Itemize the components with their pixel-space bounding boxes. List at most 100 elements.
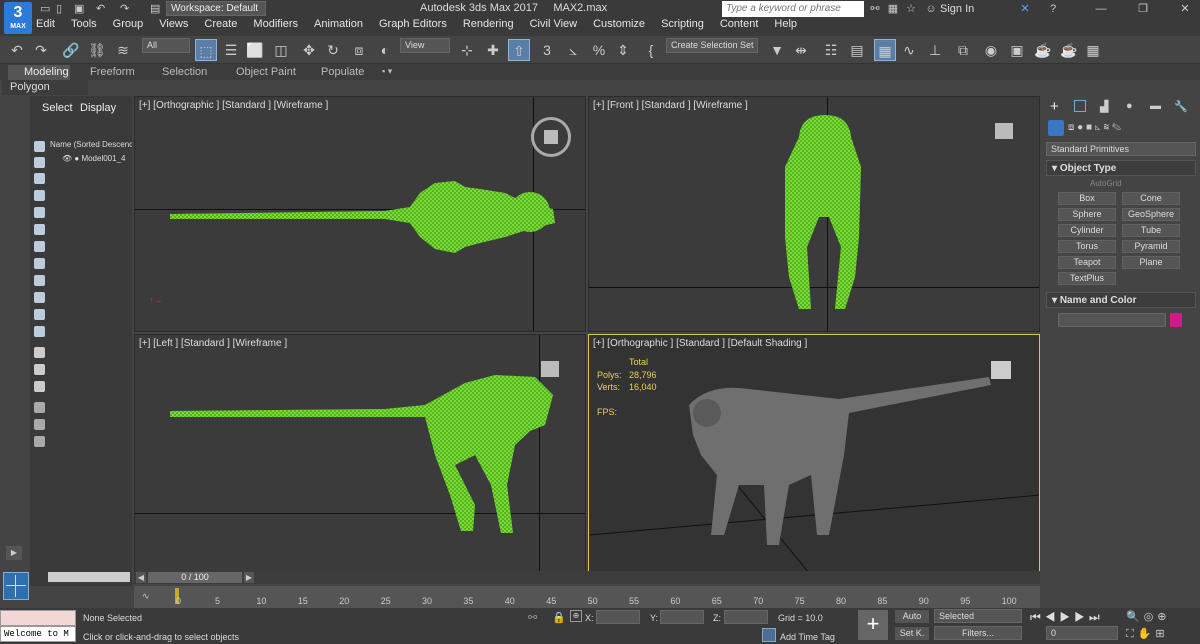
search-input[interactable]: Type a keyword or phrase (722, 1, 864, 17)
selection-set-icon[interactable]: ▼ (766, 39, 788, 61)
rectangle-selection-icon[interactable]: ⬜ (244, 39, 266, 61)
filter-display-all-icon[interactable] (34, 347, 45, 358)
prev-frame-icon[interactable]: ◀ (136, 572, 146, 583)
filter-xrefs-icon[interactable] (34, 258, 45, 269)
save-icon[interactable]: ▣ (74, 2, 84, 16)
named-selection-select[interactable]: Create Selection Set (666, 38, 758, 53)
sign-in-link[interactable]: Sign In (940, 3, 974, 15)
display-tab-icon[interactable]: ▬ (1150, 100, 1161, 112)
menu-scripting[interactable]: Scripting (661, 18, 704, 35)
filter-containers-icon[interactable] (34, 292, 45, 303)
star-icon[interactable]: ☆ (904, 2, 918, 16)
scene-explorer-icon[interactable]: ▦ (874, 39, 896, 61)
layer-icon[interactable] (34, 436, 45, 447)
torus-button[interactable]: Torus (1058, 240, 1116, 253)
absolute-mode-icon[interactable]: ⊕ (570, 610, 582, 622)
z-coordinate-input[interactable] (724, 610, 768, 624)
viewcube-icon[interactable] (531, 117, 571, 157)
hierarchy-tab-icon[interactable]: ▟ (1100, 100, 1108, 113)
object-color-swatch[interactable] (1170, 313, 1182, 327)
textplus-button[interactable]: TextPlus (1058, 272, 1116, 285)
toggle-ribbon-icon[interactable]: ▤ (846, 39, 868, 61)
binoculars-icon[interactable]: ⚯ (868, 2, 882, 16)
render-setup-icon[interactable]: ▣ (1006, 39, 1028, 61)
tab-freeform[interactable]: Freeform (90, 66, 135, 78)
redo-icon[interactable]: ↷ (120, 2, 129, 16)
menu-graph-editors[interactable]: Graph Editors (379, 18, 447, 35)
reference-coordinate-select[interactable]: View (400, 38, 450, 53)
filter-helpers-icon[interactable] (34, 207, 45, 218)
isolate-icon[interactable]: ⚯ (528, 611, 537, 624)
menu-animation[interactable]: Animation (314, 18, 363, 35)
select-object-icon[interactable]: ⬚ (195, 39, 217, 61)
playback-controls[interactable]: ⏮◀▶▶⏭ (1030, 610, 1104, 625)
viewport-perspective[interactable]: [+] [Orthographic ] [Standard ] [Default… (588, 334, 1040, 572)
tube-button[interactable]: Tube (1122, 224, 1180, 237)
menu-edit[interactable]: Edit (36, 18, 55, 35)
layer-explorer-icon[interactable]: ☷ (820, 39, 842, 61)
filter-groups-icon[interactable] (34, 241, 45, 252)
find-icon[interactable] (34, 419, 45, 430)
menu-rendering[interactable]: Rendering (463, 18, 514, 35)
ribbon-options-icon[interactable]: ▪ ▾ (382, 66, 392, 77)
maxscript-listener-top[interactable] (0, 610, 76, 626)
modify-tab-icon[interactable] (1074, 100, 1086, 112)
spinner-snap-icon[interactable]: ⇕ (612, 39, 634, 61)
workspace-select[interactable]: Workspace: Default (166, 1, 266, 16)
polygon-modeling-panel[interactable]: Polygon Modeling (2, 80, 88, 108)
viewport-front[interactable]: [+] [Front ] [Standard ] [Wireframe ] (588, 96, 1040, 332)
viewport-layout-icon[interactable] (3, 572, 29, 600)
utilities-tab-icon[interactable]: 🔧 (1174, 100, 1188, 113)
time-slider-thumb[interactable]: 0 / 100 (148, 572, 242, 583)
pyramid-button[interactable]: Pyramid (1122, 240, 1180, 253)
selection-filter-select[interactable]: All (142, 38, 190, 53)
window-crossing-icon[interactable]: ◫ (270, 39, 292, 61)
redo-icon[interactable]: ↷ (30, 39, 52, 61)
maxscript-listener[interactable]: Welcome to M (0, 626, 76, 642)
scene-item[interactable]: 👁 ● Model001_4 (62, 154, 125, 163)
time-slider[interactable] (134, 571, 1040, 584)
curve-icon[interactable]: ∿ (142, 591, 150, 602)
filter-spacewarps-icon[interactable] (34, 224, 45, 235)
viewport-left[interactable]: [+] [Left ] [Standard ] [Wireframe ] (134, 334, 586, 572)
viewport-navigation-icons[interactable]: 🔍◎⊕ (1126, 610, 1171, 623)
help-icon[interactable]: ? (1046, 2, 1060, 16)
place-icon[interactable]: ◐ (374, 39, 396, 61)
angle-snap-icon[interactable]: ⦣ (562, 39, 584, 61)
key-filter-select[interactable]: Selected (934, 609, 1022, 623)
geometry-category-icon[interactable] (1048, 120, 1064, 136)
tab-modeling[interactable]: Modeling (8, 65, 70, 80)
tab-object-paint[interactable]: Object Paint (236, 66, 296, 78)
menu-civil-view[interactable]: Civil View (530, 18, 577, 35)
open-icon[interactable]: ▯ (56, 2, 62, 16)
auto-key-button[interactable]: Auto (895, 610, 929, 623)
unlink-icon[interactable]: ⛓ (86, 39, 108, 61)
name-column-header[interactable]: Name (Sorted Descenc (50, 140, 132, 149)
viewcube-icon[interactable] (541, 361, 559, 377)
app-logo[interactable]: 3 MAX (4, 2, 32, 34)
minimize-icon[interactable]: — (1094, 2, 1108, 16)
filter-bones-icon[interactable] (34, 275, 45, 286)
pivot-icon[interactable]: ⊹ (456, 39, 478, 61)
curve-editor-icon[interactable]: ∿ (898, 39, 920, 61)
tab-selection[interactable]: Selection (162, 66, 207, 78)
geosphere-button[interactable]: GeoSphere (1122, 208, 1180, 221)
project-icon[interactable]: ▤ (150, 2, 160, 16)
lock-selection-icon[interactable]: 🔒 (552, 611, 566, 624)
bind-space-warp-icon[interactable]: ≋ (112, 39, 134, 61)
menu-group[interactable]: Group (113, 18, 144, 35)
filter-hidden-icon[interactable] (34, 326, 45, 337)
menu-content[interactable]: Content (720, 18, 759, 35)
mirror-icon[interactable]: ⇹ (790, 39, 812, 61)
expand-icon[interactable]: ▶ (6, 546, 22, 560)
object-type-rollout[interactable]: ▾ Object Type (1052, 163, 1116, 174)
edit-named-selection-icon[interactable]: { (640, 39, 662, 61)
close-icon[interactable]: ✕ (1178, 2, 1192, 16)
new-icon[interactable]: ▭ (40, 2, 50, 16)
viewport-navigation-icons-2[interactable]: ⛶✋⊞ (1126, 627, 1169, 641)
render-activeshade-icon[interactable]: ▦ (1082, 39, 1104, 61)
undo-icon[interactable]: ↶ (6, 39, 28, 61)
viewport-top[interactable]: [+] [Orthographic ] [Standard ] [Wirefra… (134, 96, 586, 332)
sphere-button[interactable]: Sphere (1058, 208, 1116, 221)
next-frame-icon[interactable]: ▶ (244, 572, 254, 583)
